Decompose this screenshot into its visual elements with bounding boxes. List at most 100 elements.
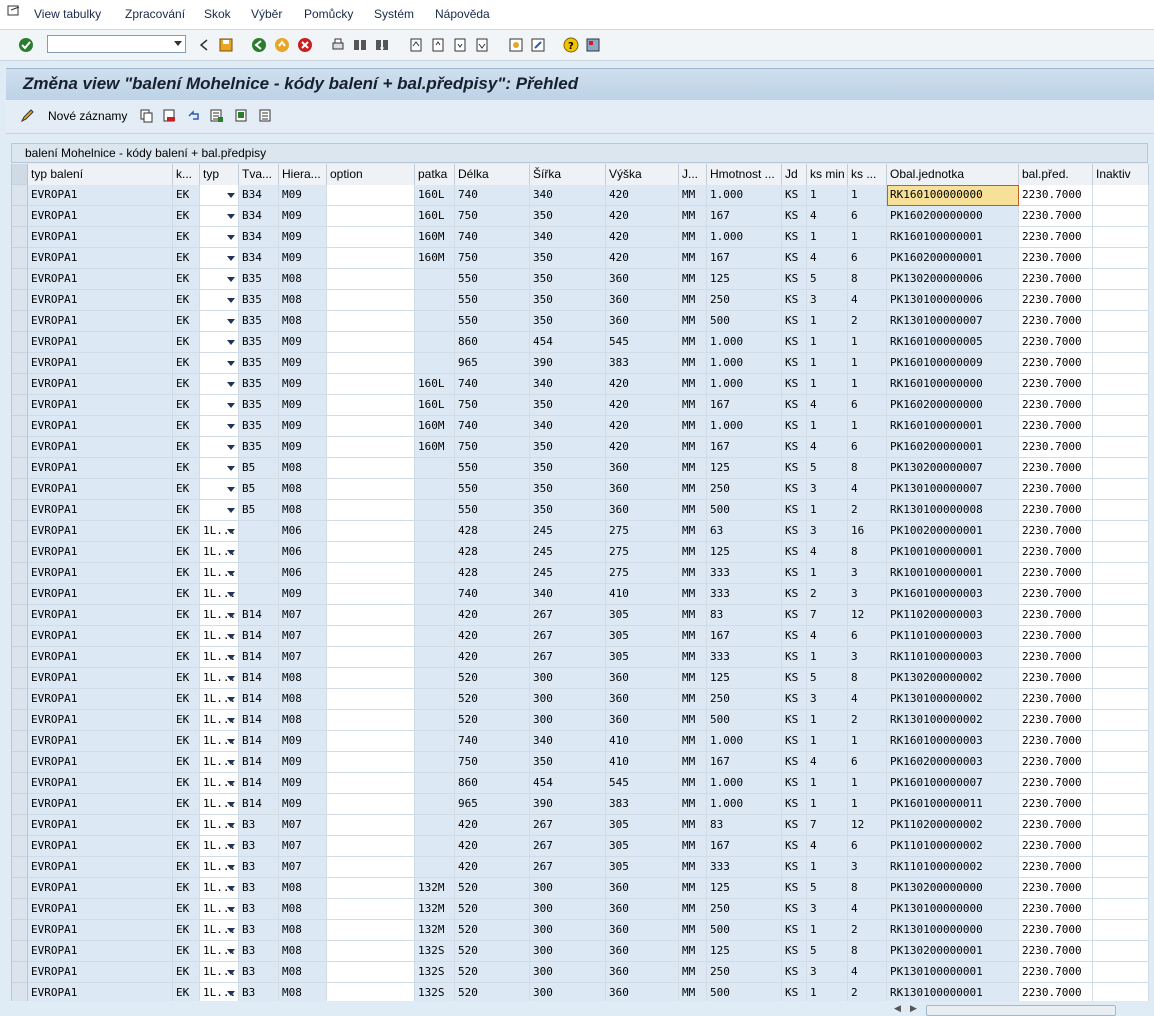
cell-bal-pred[interactable]: 2230.7000 bbox=[1019, 563, 1093, 584]
cell-inaktiv[interactable] bbox=[1093, 920, 1149, 941]
cell-option[interactable] bbox=[327, 626, 415, 647]
cell-bal-pred[interactable]: 2230.7000 bbox=[1019, 857, 1093, 878]
chevron-down-icon[interactable] bbox=[227, 886, 235, 891]
cell-bal-pred[interactable]: 2230.7000 bbox=[1019, 794, 1093, 815]
delete-icon[interactable] bbox=[162, 108, 177, 123]
column-header-hmotnost[interactable]: Hmotnost ... bbox=[707, 164, 782, 185]
chevron-down-icon[interactable] bbox=[227, 256, 235, 261]
column-header-obal-jednotka[interactable]: Obal.jednotka bbox=[887, 164, 1019, 185]
cell-obal-jednotka[interactable]: PK100100000001 bbox=[887, 542, 1019, 563]
cell-option[interactable] bbox=[327, 395, 415, 416]
column-header-ks-min[interactable]: ks min bbox=[807, 164, 848, 185]
row-selector[interactable] bbox=[12, 878, 28, 899]
cell-bal-pred[interactable]: 2230.7000 bbox=[1019, 626, 1093, 647]
cell-option[interactable] bbox=[327, 752, 415, 773]
copy-icon[interactable] bbox=[139, 108, 154, 123]
cell-obal-jednotka[interactable]: PK160100000003 bbox=[887, 584, 1019, 605]
column-header-jednotka[interactable]: J... bbox=[679, 164, 707, 185]
command-field[interactable] bbox=[47, 35, 186, 53]
cell-inaktiv[interactable] bbox=[1093, 731, 1149, 752]
chevron-down-icon[interactable] bbox=[227, 235, 235, 240]
chevron-down-icon[interactable] bbox=[174, 41, 182, 46]
cancel-icon[interactable] bbox=[297, 37, 313, 53]
cell-inaktiv[interactable] bbox=[1093, 794, 1149, 815]
cell-inaktiv[interactable] bbox=[1093, 878, 1149, 899]
cell-obal-jednotka[interactable]: RK160100000001 bbox=[887, 227, 1019, 248]
chevron-down-icon[interactable] bbox=[227, 487, 235, 492]
cell-option[interactable] bbox=[327, 962, 415, 983]
create-session-icon[interactable] bbox=[508, 37, 524, 53]
row-selector[interactable] bbox=[12, 542, 28, 563]
scroll-right-icon[interactable]: ▶ bbox=[910, 1003, 917, 1014]
cell-obal-jednotka[interactable]: PK160200000001 bbox=[887, 437, 1019, 458]
row-selector[interactable] bbox=[12, 479, 28, 500]
cell-option[interactable] bbox=[327, 815, 415, 836]
cell-bal-pred[interactable]: 2230.7000 bbox=[1019, 542, 1093, 563]
cell-option[interactable] bbox=[327, 773, 415, 794]
save-icon[interactable] bbox=[218, 37, 234, 53]
row-selector[interactable] bbox=[12, 962, 28, 983]
cell-inaktiv[interactable] bbox=[1093, 815, 1149, 836]
cell-option[interactable] bbox=[327, 878, 415, 899]
chevron-down-icon[interactable] bbox=[227, 697, 235, 702]
cell-bal-pred[interactable]: 2230.7000 bbox=[1019, 374, 1093, 395]
chevron-down-icon[interactable] bbox=[227, 382, 235, 387]
row-selector[interactable] bbox=[12, 395, 28, 416]
cell-inaktiv[interactable] bbox=[1093, 647, 1149, 668]
row-selector[interactable] bbox=[12, 500, 28, 521]
cell-bal-pred[interactable]: 2230.7000 bbox=[1019, 647, 1093, 668]
chevron-down-icon[interactable] bbox=[227, 865, 235, 870]
cell-obal-jednotka[interactable]: RK160100000000 bbox=[887, 185, 1019, 206]
row-selector[interactable] bbox=[12, 941, 28, 962]
cell-inaktiv[interactable] bbox=[1093, 983, 1149, 1001]
row-selector[interactable] bbox=[12, 983, 28, 1001]
row-selector[interactable] bbox=[12, 815, 28, 836]
exit-icon[interactable] bbox=[274, 37, 290, 53]
cell-inaktiv[interactable] bbox=[1093, 941, 1149, 962]
cell-bal-pred[interactable]: 2230.7000 bbox=[1019, 269, 1093, 290]
row-selector[interactable] bbox=[12, 290, 28, 311]
cell-option[interactable] bbox=[327, 500, 415, 521]
chevron-down-icon[interactable] bbox=[227, 361, 235, 366]
cell-inaktiv[interactable] bbox=[1093, 605, 1149, 626]
cell-option[interactable] bbox=[327, 416, 415, 437]
chevron-down-icon[interactable] bbox=[227, 991, 235, 996]
back-nav-icon[interactable] bbox=[251, 37, 267, 53]
menu-napoveda[interactable]: Nápověda bbox=[435, 7, 490, 21]
row-selector[interactable] bbox=[12, 899, 28, 920]
cell-bal-pred[interactable]: 2230.7000 bbox=[1019, 962, 1093, 983]
cell-inaktiv[interactable] bbox=[1093, 836, 1149, 857]
cell-bal-pred[interactable]: 2230.7000 bbox=[1019, 920, 1093, 941]
column-header-ks-max[interactable]: ks ... bbox=[848, 164, 887, 185]
cell-option[interactable] bbox=[327, 248, 415, 269]
cell-obal-jednotka[interactable]: PK130100000001 bbox=[887, 962, 1019, 983]
cell-inaktiv[interactable] bbox=[1093, 227, 1149, 248]
chevron-down-icon[interactable] bbox=[227, 550, 235, 555]
column-header-tvar[interactable]: Tva... bbox=[239, 164, 279, 185]
new-entries-button[interactable]: Nové záznamy bbox=[48, 109, 127, 123]
cell-inaktiv[interactable] bbox=[1093, 668, 1149, 689]
select-all-icon[interactable] bbox=[209, 108, 224, 123]
column-header-typ[interactable]: typ bbox=[200, 164, 239, 185]
cell-option[interactable] bbox=[327, 290, 415, 311]
cell-obal-jednotka[interactable]: PK100200000001 bbox=[887, 521, 1019, 542]
cell-obal-jednotka[interactable]: RK130100000008 bbox=[887, 500, 1019, 521]
cell-obal-jednotka[interactable]: PK160200000000 bbox=[887, 206, 1019, 227]
cell-option[interactable] bbox=[327, 731, 415, 752]
first-page-icon[interactable] bbox=[408, 37, 424, 53]
system-menu-icon[interactable] bbox=[7, 5, 21, 17]
scroll-thumb[interactable] bbox=[926, 1005, 1116, 1016]
cell-option[interactable] bbox=[327, 920, 415, 941]
cell-inaktiv[interactable] bbox=[1093, 710, 1149, 731]
cell-bal-pred[interactable]: 2230.7000 bbox=[1019, 584, 1093, 605]
cell-option[interactable] bbox=[327, 563, 415, 584]
row-selector[interactable] bbox=[12, 857, 28, 878]
cell-obal-jednotka[interactable]: RK110100000002 bbox=[887, 857, 1019, 878]
print-icon[interactable] bbox=[330, 37, 346, 53]
column-header-option[interactable]: option bbox=[327, 164, 415, 185]
cell-obal-jednotka[interactable]: PK130100000000 bbox=[887, 899, 1019, 920]
column-header-hierarchie[interactable]: Hiera... bbox=[279, 164, 327, 185]
chevron-down-icon[interactable] bbox=[227, 844, 235, 849]
cell-option[interactable] bbox=[327, 710, 415, 731]
row-selector[interactable] bbox=[12, 248, 28, 269]
